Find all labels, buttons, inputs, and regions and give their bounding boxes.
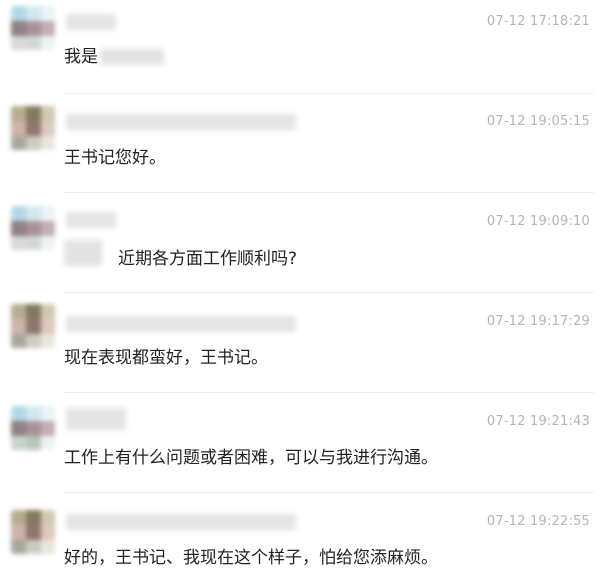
avatar-pixel <box>11 540 26 554</box>
avatar-pixel <box>41 334 55 348</box>
message-item[interactable]: 07-12 19:22:55 好的，王书记、我现在这个样子，怕给您添麻烦。 <box>0 500 616 587</box>
avatar-pixel <box>11 319 26 334</box>
avatar-pixel <box>41 525 55 540</box>
message-item[interactable]: 07-12 19:21:43 工作上有什么问题或者困难，可以与我进行沟通。 <box>0 400 616 500</box>
message-text-content: 我是 <box>64 47 98 67</box>
avatar-pixel <box>26 304 41 319</box>
avatar-pixel <box>41 121 55 136</box>
avatar-pixel <box>41 304 55 319</box>
chat-message-list: 07-12 17:18:21 我是 07-12 19:05:15 王书记您好。 <box>0 0 616 587</box>
message-item[interactable]: 07-12 19:17:29 现在表现都蛮好，王书记。 <box>0 300 616 400</box>
avatar[interactable] <box>11 6 55 50</box>
avatar-pixel <box>41 510 55 525</box>
message-timestamp: 07-12 19:09:10 <box>486 214 590 229</box>
message-item[interactable]: 07-12 17:18:21 我是 <box>0 0 616 100</box>
avatar-pixel <box>26 421 41 436</box>
sender-name-redacted <box>66 408 126 430</box>
avatar-pixel <box>11 406 26 421</box>
avatar-pixel <box>41 221 55 236</box>
avatar-pixel <box>41 406 55 421</box>
avatar-pixel <box>41 421 55 436</box>
message-timestamp: 07-12 19:17:29 <box>486 314 590 329</box>
message-text: 我是 <box>64 42 164 67</box>
avatar-pixel <box>41 236 55 250</box>
avatar-pixel <box>41 106 55 121</box>
divider <box>64 192 594 193</box>
avatar[interactable] <box>11 304 55 348</box>
avatar-pixel <box>41 319 55 334</box>
avatar-pixel <box>26 540 41 554</box>
avatar-pixel <box>41 436 55 450</box>
message-text: 好的，王书记、我现在这个样子，怕给您添麻烦。 <box>64 548 438 568</box>
avatar-pixel <box>11 334 26 348</box>
avatar-pixel <box>26 334 41 348</box>
avatar-pixel <box>26 6 41 21</box>
avatar-pixel <box>26 319 41 334</box>
avatar-pixel <box>11 421 26 436</box>
divider <box>64 292 594 293</box>
sender-name-redacted <box>66 14 116 30</box>
sender-name-redacted <box>66 514 296 530</box>
sender-name-redacted <box>66 114 296 130</box>
avatar-pixel <box>11 21 26 36</box>
avatar[interactable] <box>11 206 55 250</box>
redacted-text <box>100 49 164 65</box>
avatar-pixel <box>26 206 41 221</box>
avatar-pixel <box>26 36 41 50</box>
avatar-pixel <box>11 436 26 450</box>
avatar-pixel <box>11 525 26 540</box>
message-item[interactable]: 07-12 19:09:10 近期各方面工作顺利吗? <box>0 200 616 300</box>
avatar-pixel <box>26 436 41 450</box>
avatar-pixel <box>26 221 41 236</box>
avatar-pixel <box>11 510 26 525</box>
divider <box>64 392 594 393</box>
avatar-pixel <box>26 406 41 421</box>
avatar[interactable] <box>11 406 55 450</box>
avatar-pixel <box>11 236 26 250</box>
avatar-pixel <box>41 136 55 150</box>
avatar-pixel <box>11 304 26 319</box>
avatar-pixel <box>41 206 55 221</box>
avatar-pixel <box>11 121 26 136</box>
avatar-pixel <box>11 206 26 221</box>
divider <box>64 492 594 493</box>
avatar-pixel <box>26 21 41 36</box>
avatar-pixel <box>11 6 26 21</box>
avatar-pixel <box>41 540 55 554</box>
avatar-pixel <box>26 121 41 136</box>
avatar-pixel <box>11 221 26 236</box>
avatar[interactable] <box>11 510 55 554</box>
message-timestamp: 07-12 19:05:15 <box>486 114 590 129</box>
avatar-pixel <box>26 510 41 525</box>
avatar-pixel <box>26 106 41 121</box>
avatar-pixel <box>41 21 55 36</box>
message-item[interactable]: 07-12 19:05:15 王书记您好。 <box>0 100 616 200</box>
avatar-pixel <box>41 36 55 50</box>
avatar[interactable] <box>11 106 55 150</box>
redacted-text <box>64 240 102 266</box>
avatar-pixel <box>26 136 41 150</box>
avatar-pixel <box>26 236 41 250</box>
avatar-pixel <box>26 525 41 540</box>
sender-name-redacted <box>66 316 296 332</box>
message-timestamp: 07-12 17:18:21 <box>486 14 590 29</box>
avatar-pixel <box>41 6 55 21</box>
message-text: 工作上有什么问题或者困难，可以与我进行沟通。 <box>64 448 438 468</box>
message-text: 现在表现都蛮好，王书记。 <box>64 348 268 368</box>
avatar-pixel <box>11 136 26 150</box>
divider <box>64 93 594 94</box>
message-text: 近期各方面工作顺利吗? <box>118 249 298 269</box>
message-timestamp: 07-12 19:21:43 <box>486 414 590 429</box>
sender-name-redacted <box>66 212 116 228</box>
avatar-pixel <box>11 106 26 121</box>
message-timestamp: 07-12 19:22:55 <box>486 514 590 529</box>
avatar-pixel <box>11 36 26 50</box>
message-text: 王书记您好。 <box>64 148 166 168</box>
